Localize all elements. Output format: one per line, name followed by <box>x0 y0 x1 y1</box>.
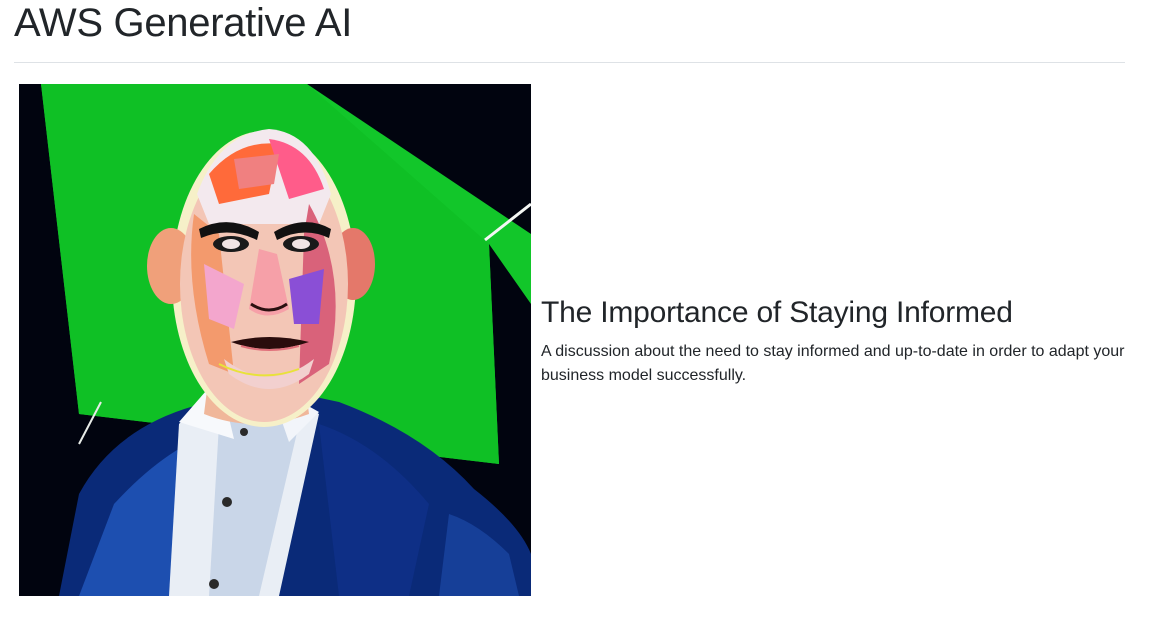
header-divider <box>14 62 1125 63</box>
article-title: The Importance of Staying Informed <box>541 296 1013 329</box>
article-card: The Importance of Staying Informed A dis… <box>19 84 1129 596</box>
article-image <box>19 84 531 596</box>
portrait-illustration <box>19 84 531 596</box>
article-description: A discussion about the need to stay info… <box>541 343 1125 384</box>
page-title: AWS Generative AI <box>14 1 353 45</box>
article-body: The Importance of Staying Informed A dis… <box>541 294 1131 388</box>
